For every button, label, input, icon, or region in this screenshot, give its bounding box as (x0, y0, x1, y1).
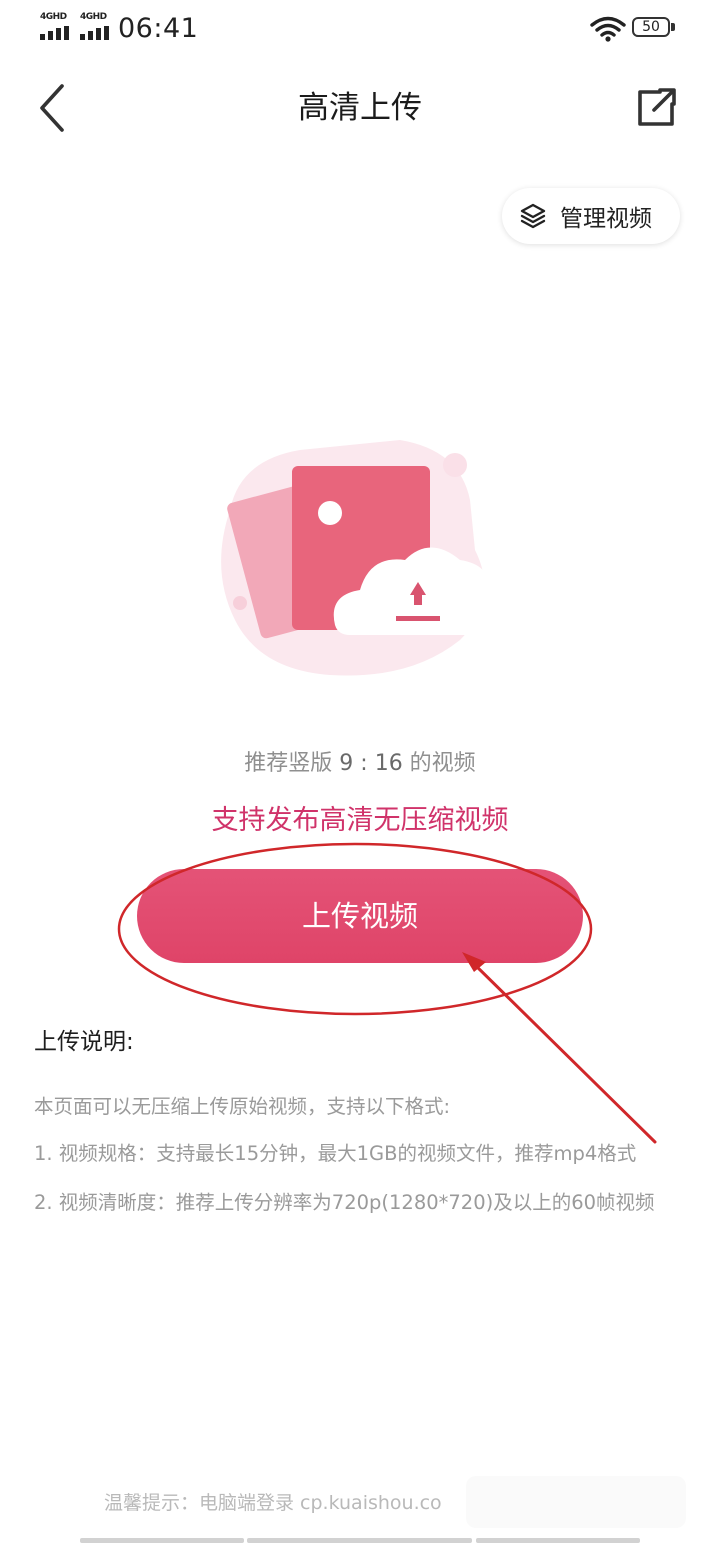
instruction-line: 本页面可以无压缩上传原始视频，支持以下格式: (34, 1095, 451, 1118)
clock: 06:41 (118, 13, 199, 44)
home-indicator (247, 1538, 472, 1543)
footer-tip: 温馨提示：电脑端登录 cp.kuaishou.co (104, 1492, 442, 1514)
ratio-hint-prefix: 推荐竖版 (244, 751, 340, 776)
annotation-arrow (468, 958, 657, 1144)
instruction-line: 1. 视频规格：支持最长15分钟，最大1GB的视频文件，推荐mp4格式 (34, 1142, 637, 1165)
home-indicator (476, 1538, 640, 1543)
ratio-hint: 推荐竖版 9 : 16 的视频 (0, 745, 720, 777)
wifi-icon (590, 16, 626, 42)
hd-support-hint: 支持发布高清无压缩视频 (211, 805, 509, 836)
upload-illustration (221, 440, 493, 676)
ratio-value: 9 : 16 (339, 751, 403, 776)
footer-fade (466, 1476, 686, 1528)
network-label: 4GHD (40, 12, 67, 22)
network-label: 4GHD (80, 12, 107, 22)
layers-icon (520, 203, 546, 229)
page-title: 高清上传 (298, 90, 422, 126)
battery-indicator: 50 (632, 17, 676, 39)
signal-bars-icon (80, 26, 109, 40)
battery-level: 50 (642, 19, 660, 35)
home-indicator (80, 1538, 244, 1543)
upload-video-button[interactable]: 上传视频 (137, 869, 583, 963)
share-icon[interactable] (632, 84, 680, 132)
back-icon[interactable] (30, 80, 80, 136)
manage-videos-label: 管理视频 (560, 206, 652, 232)
instructions-title: 上传说明: (34, 1029, 134, 1055)
nav-bar: 高清上传 (0, 60, 720, 156)
instruction-line: 2. 视频清晰度：推荐上传分辨率为720p(1280*720)及以上的60帧视频 (34, 1191, 655, 1214)
signal-bars-icon (40, 26, 69, 40)
status-bar: 4GHD 4GHD 06:41 50 (0, 0, 720, 58)
ratio-hint-suffix: 的视频 (402, 751, 476, 776)
manage-videos-button[interactable]: 管理视频 (502, 188, 680, 244)
